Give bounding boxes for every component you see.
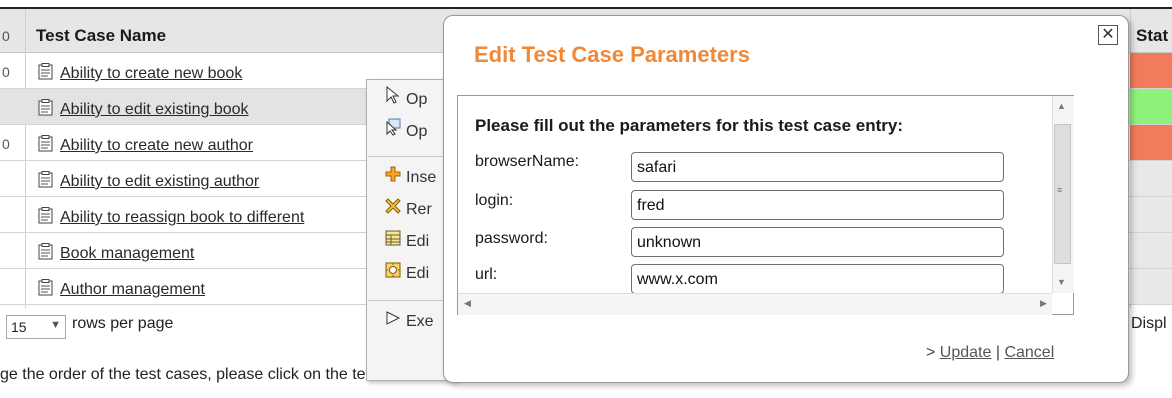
test-case-link[interactable]: Author management xyxy=(60,281,205,299)
status-cell xyxy=(1130,233,1172,268)
actions-separator: | xyxy=(991,344,1005,361)
test-case-icon xyxy=(38,63,53,80)
param-label-browsername: browserName: xyxy=(475,153,580,170)
test-case-icon xyxy=(38,135,53,152)
parameters-prompt: Please fill out the parameters for this … xyxy=(475,116,903,135)
execute-icon xyxy=(384,310,402,331)
chevron-down-icon: ▼ xyxy=(50,319,61,331)
header-lead-fragment: 0 xyxy=(2,28,10,44)
browsername-input[interactable] xyxy=(631,152,1004,182)
rows-per-page-value: 15 xyxy=(11,319,27,335)
param-label-url: url: xyxy=(475,266,498,283)
test-case-icon xyxy=(38,243,53,260)
menu-item-label: Edi xyxy=(406,265,430,282)
test-case-link[interactable]: Ability to reassign book to different xyxy=(60,209,304,227)
horizontal-scrollbar[interactable] xyxy=(458,293,1052,315)
menu-item-label: Inse xyxy=(406,169,437,186)
param-label-login: login: xyxy=(475,192,514,209)
cancel-link[interactable]: Cancel xyxy=(1004,344,1054,361)
edit-gear-icon xyxy=(384,262,402,283)
status-cell xyxy=(1130,197,1172,232)
reorder-hint-text: ge the order of the test cases, please c… xyxy=(0,366,366,383)
row-lead-fragment: 0 xyxy=(2,136,10,152)
test-case-link[interactable]: Ability to create new book xyxy=(60,65,242,83)
scroll-left-icon[interactable]: ◀ xyxy=(464,298,471,309)
menu-separator xyxy=(368,300,452,301)
status-cell xyxy=(1130,161,1172,196)
menu-item-label: Op xyxy=(406,123,428,140)
insert-icon xyxy=(384,166,402,187)
scroll-right-icon[interactable]: ▶ xyxy=(1040,298,1047,309)
test-case-link[interactable]: Ability to edit existing book xyxy=(60,101,249,119)
param-label-password: password: xyxy=(475,230,548,247)
close-icon[interactable]: ✕ xyxy=(1098,25,1118,45)
column-header-status[interactable]: Stat xyxy=(1136,26,1168,46)
status-cell xyxy=(1130,269,1172,304)
scroll-up-icon[interactable]: ▲ xyxy=(1057,101,1066,111)
status-cell xyxy=(1130,89,1172,124)
rows-per-page-label: rows per page xyxy=(72,315,174,332)
password-input[interactable] xyxy=(631,227,1004,257)
test-case-icon xyxy=(38,279,53,296)
dialog-actions: > Update | Cancel xyxy=(926,344,1054,362)
grip-icon: ≡ xyxy=(1057,185,1063,195)
menu-item-label: Edi xyxy=(406,233,430,250)
edit-grid-icon xyxy=(384,230,402,251)
rows-per-page-select[interactable]: 15 ▼ xyxy=(6,315,66,339)
url-input[interactable] xyxy=(631,264,1004,294)
scroll-down-icon[interactable]: ▼ xyxy=(1057,277,1066,287)
display-count-text: Displ xyxy=(1131,315,1167,332)
dialog-title: Edit Test Case Parameters xyxy=(474,42,750,67)
pointer-window-icon xyxy=(384,118,402,141)
column-header-test-case-name[interactable]: Test Case Name xyxy=(36,26,166,46)
test-case-icon xyxy=(38,207,53,224)
status-cell xyxy=(1130,125,1172,160)
test-case-icon xyxy=(38,99,53,116)
row-lead-fragment: 0 xyxy=(2,64,10,80)
test-case-link[interactable]: Book management xyxy=(60,245,194,263)
menu-item-label: Op xyxy=(406,91,428,108)
test-case-link[interactable]: Ability to edit existing author xyxy=(60,173,259,191)
menu-separator xyxy=(368,156,452,157)
test-case-icon xyxy=(38,171,53,188)
menu-item-label: Exe xyxy=(406,313,434,330)
status-cell xyxy=(1130,53,1172,88)
update-link[interactable]: Update xyxy=(940,344,992,361)
actions-prefix: > xyxy=(926,344,940,361)
login-input[interactable] xyxy=(631,190,1004,220)
menu-item-label: Rer xyxy=(406,201,432,218)
test-case-link[interactable]: Ability to create new author xyxy=(60,137,253,155)
remove-icon xyxy=(384,198,402,219)
pointer-icon xyxy=(384,85,402,109)
